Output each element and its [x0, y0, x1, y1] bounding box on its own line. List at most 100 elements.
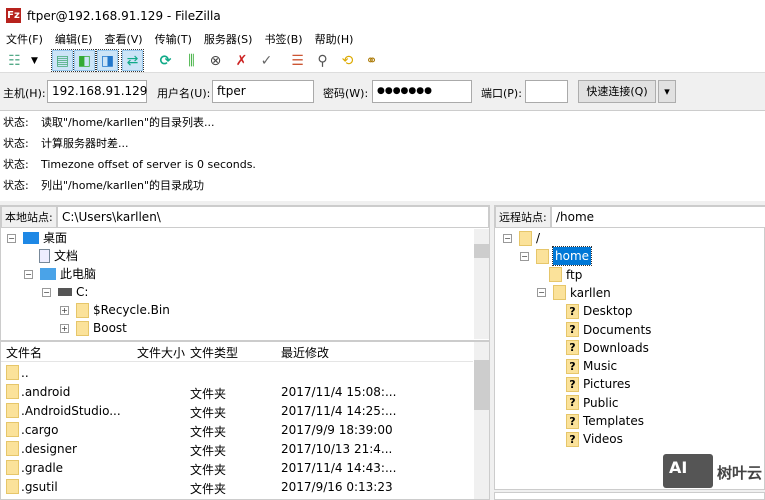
document-icon	[39, 249, 50, 263]
menu-bookmarks[interactable]: 书签(B)	[258, 31, 308, 48]
menu-server[interactable]: 服务器(S)	[198, 31, 259, 48]
refresh-icon[interactable]: ⟳	[155, 50, 176, 71]
message-log-icon[interactable]: ▤	[51, 49, 74, 72]
tree-node[interactable]: − /	[503, 229, 540, 247]
tree-node[interactable]: − home	[520, 246, 593, 267]
tree-node[interactable]: − C:	[42, 283, 88, 301]
file-name: .gsutil	[21, 480, 58, 494]
collapse-icon[interactable]: −	[520, 251, 529, 261]
tree-node[interactable]: − 此电脑	[24, 265, 96, 283]
file-row[interactable]: .designer 文件夹 2017/10/13 21:4...	[1, 440, 471, 459]
log-row: 状态: Timezone offset of server is 0 second…	[3, 155, 256, 175]
folder-icon	[536, 248, 549, 264]
remote-tree-icon[interactable]: ◨	[96, 49, 119, 72]
quickconnect-dropdown[interactable]: ▾	[658, 80, 676, 103]
host-label: 主机(H):	[3, 87, 46, 100]
menu-file[interactable]: 文件(F)	[0, 31, 49, 48]
file-row[interactable]: ..	[1, 364, 471, 383]
col-filesize[interactable]: 文件大小	[137, 344, 185, 361]
menu-help[interactable]: 帮助(H)	[309, 31, 360, 48]
log-status: 状态:	[3, 158, 29, 171]
collapse-icon[interactable]: −	[503, 233, 512, 243]
cancel-icon[interactable]: ⊗	[205, 50, 226, 71]
node-label: 桌面	[43, 231, 68, 245]
file-list-scrollbar[interactable]	[474, 342, 489, 499]
compare-icon[interactable]: ⚲	[312, 50, 333, 71]
sync-browse-icon[interactable]: ⟲	[337, 50, 358, 71]
folder-icon	[6, 422, 19, 437]
expand-icon[interactable]: +	[60, 305, 69, 315]
local-path-input[interactable]: C:\Users\karllen\	[57, 206, 489, 228]
reconnect-icon[interactable]: ✓	[256, 50, 277, 71]
tree-node[interactable]: ? Public	[566, 394, 619, 412]
remote-site-label: 远程站点:	[495, 206, 551, 228]
col-modified[interactable]: 最近修改	[281, 344, 329, 361]
process-queue-icon[interactable]: ⫼	[181, 50, 202, 71]
user-label: 用户名(U):	[157, 87, 211, 100]
filezilla-logo-icon: Fz	[6, 8, 21, 23]
message-log: 状态: 读取"/home/karllen"的目录列表... 状态: 计算服务器时差.…	[0, 110, 765, 201]
file-name: .AndroidStudio...	[21, 404, 121, 418]
node-label: Documents	[583, 322, 652, 337]
tree-node[interactable]: ? Videos	[566, 430, 623, 448]
tree-node[interactable]: 文档	[39, 247, 78, 265]
collapse-icon[interactable]: −	[537, 288, 546, 298]
site-manager-icon[interactable]: ☷	[4, 50, 25, 71]
file-type: 文件夹	[190, 387, 227, 401]
node-label: C:	[76, 285, 89, 299]
collapse-icon[interactable]: −	[24, 269, 33, 279]
folder-icon	[519, 230, 532, 246]
col-filename[interactable]: 文件名	[6, 344, 42, 361]
computer-icon	[40, 268, 56, 280]
file-row[interactable]: .cargo 文件夹 2017/9/9 18:39:00	[1, 421, 471, 440]
local-tree-pane: 本地站点: C:\Users\karllen\ − 桌面 文档 − 此电脑 − C: …	[0, 205, 490, 341]
tree-node[interactable]: ftp	[549, 266, 582, 284]
local-tree-icon[interactable]: ◧	[73, 49, 96, 72]
expand-icon[interactable]: +	[60, 323, 69, 333]
menu-view[interactable]: 查看(V)	[98, 31, 148, 48]
username-input[interactable]: ftper	[212, 80, 314, 103]
toolbar: ☷ ▼ ▤ ◧ ◨ ⇄ ⟳ ⫼ ⊗ ✗ ✓ ☰ ⚲ ⟲ ⚭	[0, 48, 765, 73]
tree-node[interactable]: − karllen	[537, 284, 611, 302]
folder-icon	[6, 384, 19, 399]
tree-node[interactable]: ? Templates	[566, 412, 644, 430]
menu-transfer[interactable]: 传输(T)	[149, 31, 198, 48]
log-status: 状态:	[3, 179, 29, 192]
search-icon[interactable]: ⚭	[361, 50, 382, 71]
tree-node[interactable]: ? Music	[566, 357, 617, 375]
port-label: 端口(P):	[481, 87, 522, 100]
tree-node[interactable]: ? Pictures	[566, 375, 631, 393]
filter-icon[interactable]: ☰	[287, 50, 308, 71]
tree-node[interactable]: ? Documents	[566, 321, 651, 339]
file-row[interactable]: .gsutil 文件夹 2017/9/16 0:13:23	[1, 478, 471, 497]
log-row: 状态: 列出"/home/karllen"的目录成功	[3, 176, 204, 196]
local-site-label: 本地站点:	[1, 206, 57, 228]
menu-edit[interactable]: 编辑(E)	[49, 31, 99, 48]
transfer-queue-icon[interactable]: ⇄	[121, 49, 144, 72]
unknown-folder-icon: ?	[566, 303, 579, 319]
remote-path-input[interactable]: /home	[551, 206, 765, 228]
file-row[interactable]: .gradle 文件夹 2017/11/4 14:43:...	[1, 459, 471, 478]
file-name: .gradle	[21, 461, 64, 475]
collapse-icon[interactable]: −	[42, 287, 51, 297]
unknown-folder-icon: ?	[566, 431, 579, 447]
quickconnect-button[interactable]: 快速连接(Q)	[578, 80, 656, 103]
col-filetype[interactable]: 文件类型	[190, 344, 238, 361]
tree-node[interactable]: − 桌面	[7, 229, 67, 247]
file-row[interactable]: .AndroidStudio... 文件夹 2017/11/4 14:25:..…	[1, 402, 471, 421]
tree-node[interactable]: + $Recycle.Bin	[60, 301, 170, 319]
disconnect-icon[interactable]: ✗	[231, 50, 252, 71]
folder-icon	[6, 479, 19, 494]
host-input[interactable]: 192.168.91.129	[47, 80, 147, 103]
window-title: ftper@192.168.91.129 - FileZilla	[27, 9, 221, 23]
unknown-folder-icon: ?	[566, 358, 579, 374]
local-tree-scrollbar[interactable]	[474, 229, 489, 339]
file-row[interactable]: .android 文件夹 2017/11/4 15:08:...	[1, 383, 471, 402]
tree-node[interactable]: ? Downloads	[566, 339, 649, 357]
tree-node[interactable]: ? Desktop	[566, 302, 633, 320]
dropdown-icon[interactable]: ▼	[24, 50, 45, 71]
password-input[interactable]: ●●●●●●●	[372, 80, 472, 103]
port-input[interactable]	[525, 80, 568, 103]
tree-node[interactable]: + Boost	[60, 319, 127, 337]
collapse-icon[interactable]: −	[7, 233, 16, 243]
